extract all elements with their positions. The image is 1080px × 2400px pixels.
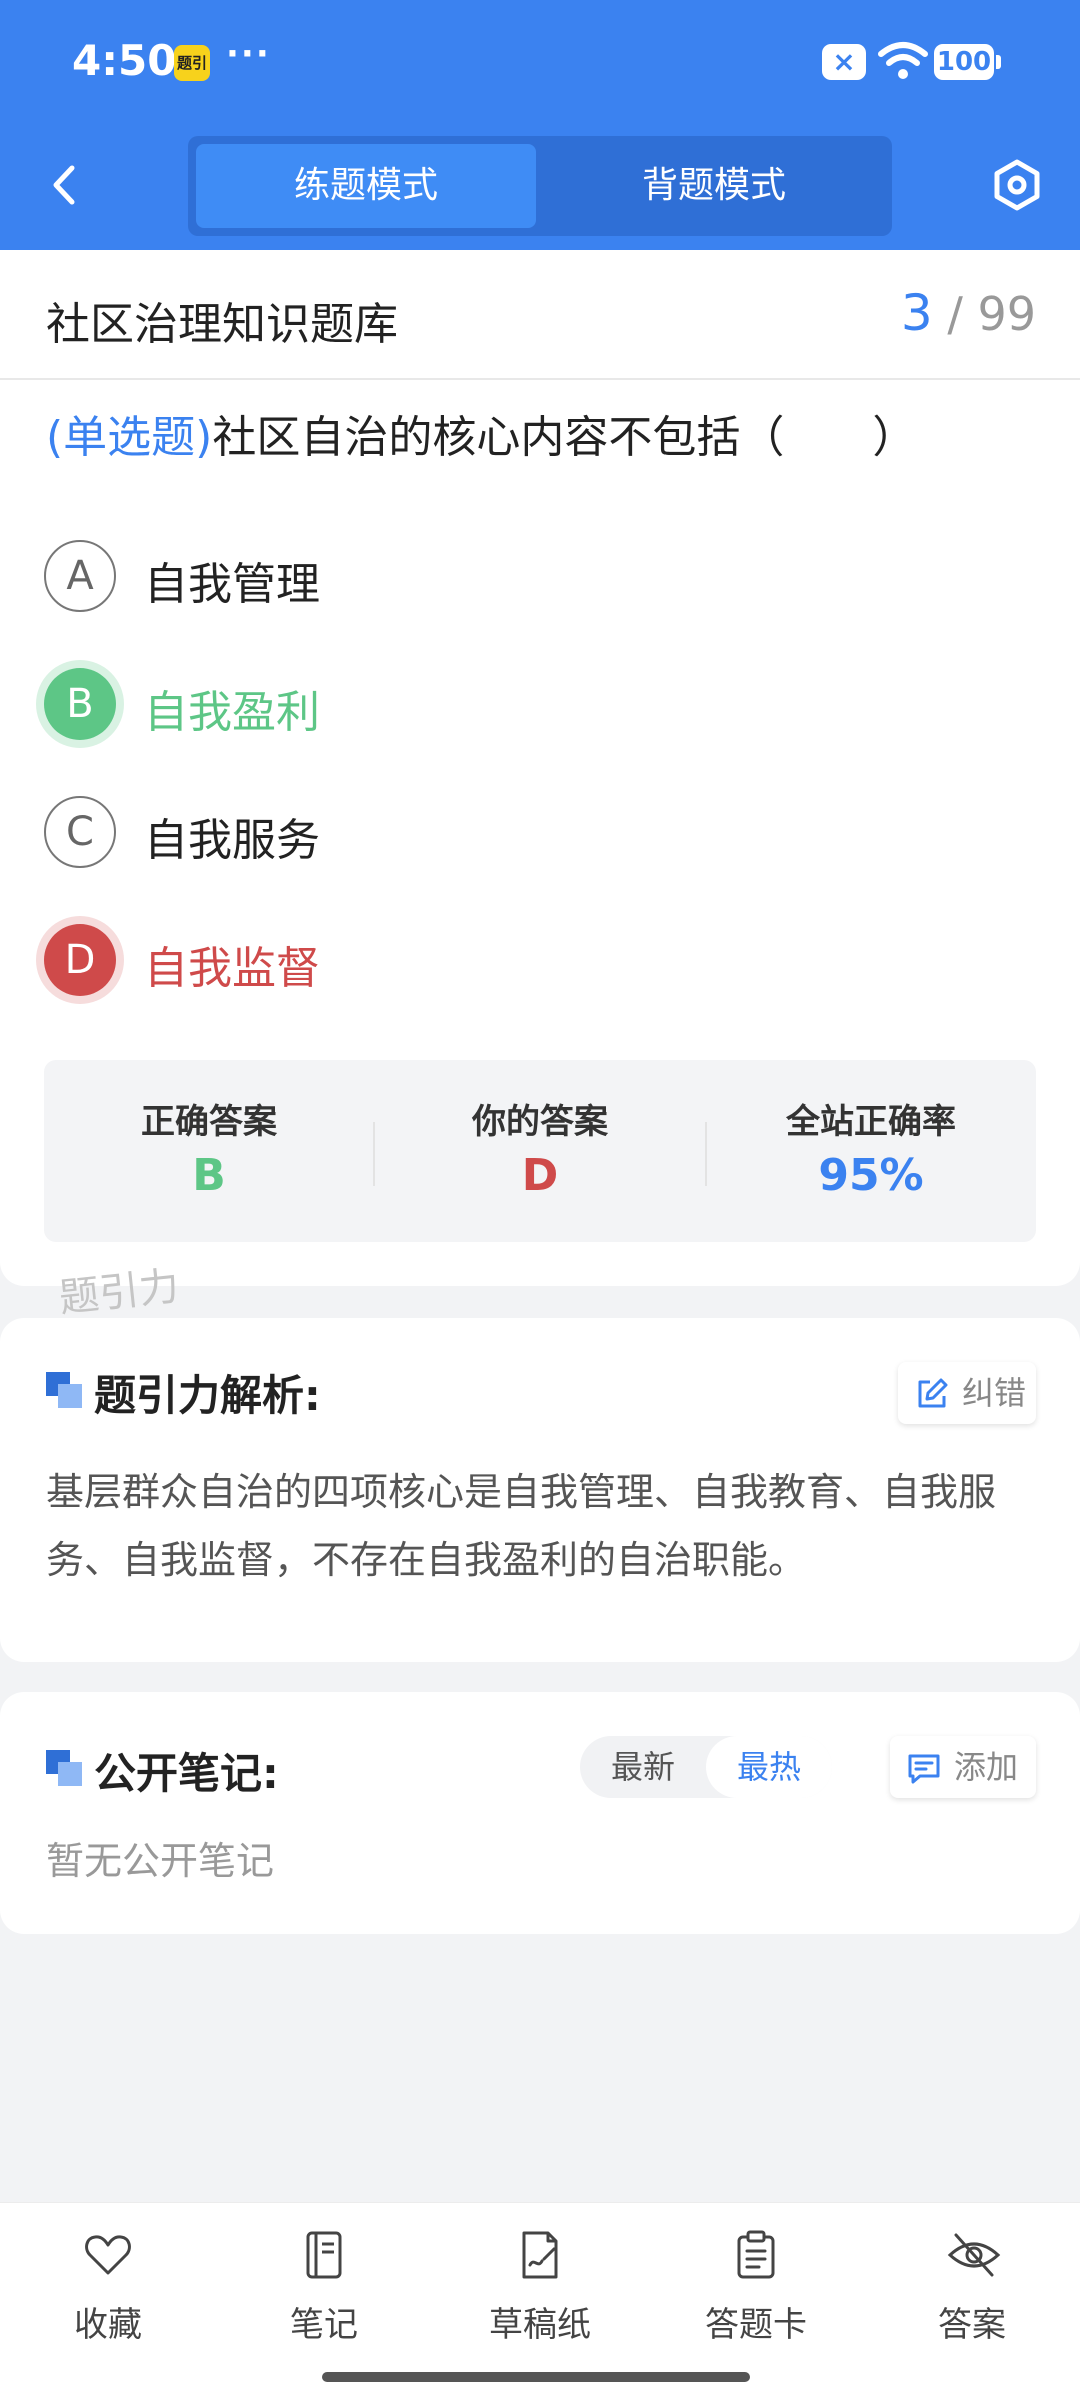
battery-indicator: 100: [934, 44, 1001, 80]
option-letter: C: [44, 796, 116, 868]
option-letter: D: [44, 924, 116, 996]
section-marker-icon: [46, 1750, 82, 1786]
current-question-number: 3: [900, 284, 933, 342]
answer-sheet-button[interactable]: 答题卡: [648, 2229, 864, 2369]
option-text: 自我管理: [144, 559, 320, 610]
notes-title: 公开笔记:: [94, 1749, 279, 1798]
clipboard-icon: [737, 2230, 775, 2279]
question-type: (单选题): [46, 412, 213, 463]
sort-hottest[interactable]: 最热: [706, 1736, 832, 1798]
total-questions: 99: [977, 287, 1036, 341]
correct-answer-stat: 正确答案 B: [44, 1060, 374, 1242]
answer-result-panel: 正确答案 B 你的答案 D 全站正确率 95%: [44, 1060, 1036, 1242]
accuracy-value: 95%: [818, 1150, 924, 1201]
report-error-button[interactable]: 纠错: [898, 1362, 1036, 1424]
answer-sheet-label: 答题卡: [705, 2305, 807, 2345]
comment-icon: [908, 1754, 940, 1784]
tab-memorize-mode[interactable]: 背题模式: [544, 144, 884, 228]
accuracy-stat: 全站正确率 95%: [706, 1060, 1036, 1242]
question-text: 社区自治的核心内容不包括（ ）: [212, 412, 917, 463]
option-text: 自我监督: [144, 943, 320, 994]
notes-card: 公开笔记: 最新 最热 添加 暂无公开笔记: [0, 1692, 1080, 1934]
add-note-button[interactable]: 添加: [890, 1736, 1036, 1798]
question-bank-title: 社区治理知识题库: [46, 299, 398, 350]
sort-newest[interactable]: 最新: [580, 1736, 706, 1798]
answer-toggle-label: 答案: [938, 2305, 1006, 2345]
tab-practice-mode[interactable]: 练题模式: [196, 144, 536, 228]
app-notification-icon: 题引: [174, 45, 210, 81]
notes-label: 笔记: [290, 2305, 358, 2345]
back-arrow-icon[interactable]: [40, 160, 90, 210]
more-notifications-icon: ···: [226, 34, 271, 74]
option-text: 自我服务: [144, 815, 320, 866]
status-bar: 4:50 题引 ··· × 100: [0, 0, 1080, 125]
correct-answer-value: B: [192, 1150, 226, 1201]
analysis-text: 基层群众自治的四项核心是自我管理、自我教育、自我服务、自我监督，不存在自我盈利的…: [46, 1470, 997, 1582]
favorite-button[interactable]: 收藏: [0, 2229, 216, 2369]
draft-paper-label: 草稿纸: [489, 2305, 591, 2345]
analysis-title: 题引力解析:: [94, 1371, 321, 1420]
your-answer-stat: 你的答案 D: [375, 1060, 705, 1242]
top-bar: 4:50 题引 ··· × 100 练题模式 背题模式: [0, 0, 1080, 250]
notebook-icon: [306, 2231, 342, 2279]
correct-answer-label: 正确答案: [141, 1102, 277, 1142]
eye-off-icon: [947, 2233, 1001, 2277]
mode-switch: 练题模式 背题模式: [188, 136, 892, 236]
counter-separator: /: [947, 287, 963, 341]
notes-sort-toggle: 最新 最热: [580, 1736, 832, 1798]
favorite-label: 收藏: [74, 2305, 142, 2345]
your-answer-label: 你的答案: [472, 1102, 608, 1142]
bottom-toolbar: 收藏 笔记 草稿纸 答题卡 答案: [0, 2202, 1080, 2400]
option-letter: B: [44, 668, 116, 740]
question-stem: (单选题)社区自治的核心内容不包括（ ）: [46, 406, 1046, 470]
accuracy-label: 全站正确率: [786, 1102, 956, 1142]
section-marker-icon: [46, 1372, 82, 1408]
notes-button[interactable]: 笔记: [216, 2229, 432, 2369]
draft-paper-button[interactable]: 草稿纸: [432, 2229, 648, 2369]
no-sim-icon: ×: [822, 44, 866, 80]
draft-icon: [522, 2231, 558, 2279]
answer-toggle-button[interactable]: 答案: [864, 2229, 1080, 2369]
wifi-icon: [878, 42, 928, 79]
settings-icon[interactable]: [990, 158, 1044, 212]
notes-empty-text: 暂无公开笔记: [46, 1839, 275, 1883]
option-letter: A: [44, 540, 116, 612]
question-card: 社区治理知识题库 3 / 99 (单选题)社区自治的核心内容不包括（ ） A 自…: [0, 250, 1080, 1286]
watermark: 题引力: [57, 1263, 182, 1322]
report-error-label: 纠错: [962, 1374, 1027, 1412]
status-time: 4:50: [72, 36, 177, 85]
question-counter: 3 / 99: [901, 284, 1036, 342]
divider: [0, 378, 1080, 380]
home-indicator[interactable]: [322, 2372, 750, 2382]
option-text: 自我盈利: [144, 687, 320, 738]
add-note-label: 添加: [954, 1748, 1019, 1786]
your-answer-value: D: [521, 1150, 559, 1201]
analysis-card: 题引力解析: 纠错 基层群众自治的四项核心是自我管理、自我教育、自我服务、自我监…: [0, 1318, 1080, 1662]
heart-icon: [85, 2235, 131, 2275]
edit-icon: [918, 1378, 948, 1408]
